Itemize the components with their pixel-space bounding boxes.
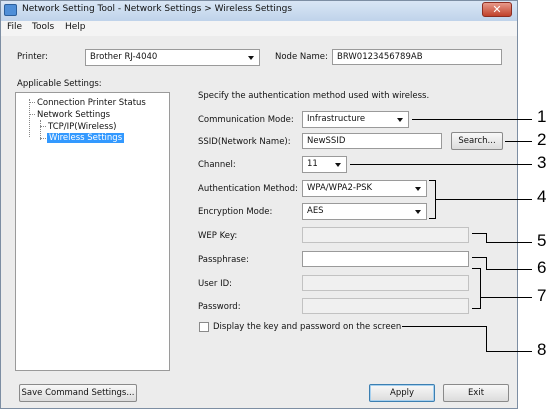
- callout-line-8: [486, 326, 487, 351]
- wep-key-label: WEP Key:: [198, 231, 238, 241]
- callout-line-4: [435, 199, 532, 200]
- encryption-mode-select[interactable]: AES: [302, 203, 427, 220]
- chevron-down-icon: [415, 187, 421, 191]
- display-key-label[interactable]: Display the key and password on the scre…: [213, 322, 401, 332]
- auth-method-select[interactable]: WPA/WPA2-PSK: [302, 180, 427, 197]
- tree-connector: [40, 138, 46, 139]
- callout-bracket-7: [472, 268, 480, 269]
- tree-connector: [40, 120, 41, 140]
- callout-line-3: [350, 164, 532, 165]
- ssid-label: SSID(Network Name):: [198, 137, 291, 147]
- callout-line-1: [412, 119, 532, 120]
- user-id-field[interactable]: [302, 275, 469, 291]
- callout-number-2: 2: [537, 130, 547, 149]
- passphrase-label: Passphrase:: [198, 255, 249, 265]
- menu-file[interactable]: File: [7, 22, 22, 32]
- callout-line-2: [505, 141, 532, 142]
- callout-line-5: [472, 233, 486, 234]
- encryption-mode-value: AES: [307, 206, 324, 216]
- menu-help[interactable]: Help: [65, 22, 86, 32]
- callout-bracket-4: [429, 218, 435, 219]
- callout-number-1: 1: [537, 107, 547, 126]
- tree-item-network-settings[interactable]: Network Settings: [37, 110, 110, 120]
- window-title: Network Setting Tool - Network Settings …: [22, 4, 293, 14]
- password-field[interactable]: [302, 298, 469, 314]
- menu-tools[interactable]: Tools: [32, 22, 54, 32]
- channel-label: Channel:: [198, 160, 236, 170]
- node-name-label: Node Name:: [275, 52, 328, 62]
- callout-number-6: 6: [537, 258, 547, 277]
- communication-mode-select[interactable]: Infrastructure: [302, 111, 409, 128]
- save-command-settings-button[interactable]: Save Command Settings...: [19, 384, 137, 402]
- printer-label: Printer:: [17, 52, 48, 62]
- communication-mode-label: Communication Mode:: [198, 115, 294, 125]
- callout-number-4: 4: [537, 187, 547, 206]
- instruction-text: Specify the authentication method used w…: [198, 91, 430, 101]
- tree-item-tcpip-wireless[interactable]: TCP/IP(Wireless): [48, 122, 116, 132]
- communication-mode-value: Infrastructure: [307, 114, 366, 124]
- channel-value: 11: [307, 159, 318, 169]
- encryption-mode-label: Encryption Mode:: [198, 207, 273, 217]
- tree-connector: [29, 99, 30, 137]
- passphrase-field[interactable]: [302, 251, 469, 267]
- callout-line-8: [402, 326, 486, 327]
- callout-line-6: [486, 269, 532, 270]
- callout-line-5: [486, 233, 487, 242]
- callout-bracket-7: [480, 268, 481, 309]
- tree-connector: [29, 102, 35, 103]
- tree-item-wireless-settings[interactable]: Wireless Settings: [47, 133, 125, 143]
- chevron-down-icon: [415, 210, 421, 214]
- chevron-down-icon: [335, 163, 341, 167]
- auth-method-label: Authentication Method:: [198, 184, 298, 194]
- password-label: Password:: [198, 302, 241, 312]
- app-icon: [4, 4, 17, 16]
- tree-connector: [29, 114, 35, 115]
- wep-key-field[interactable]: [302, 227, 469, 243]
- callout-line-7: [480, 297, 532, 298]
- chevron-down-icon: [248, 56, 254, 60]
- apply-button[interactable]: Apply: [369, 384, 435, 402]
- applicable-settings-label: Applicable Settings:: [17, 79, 102, 89]
- display-key-checkbox[interactable]: [199, 322, 209, 332]
- exit-button[interactable]: Exit: [443, 384, 509, 402]
- callout-number-5: 5: [537, 231, 547, 250]
- chevron-down-icon: [397, 118, 403, 122]
- callout-line-8: [486, 351, 532, 352]
- callout-number-8: 8: [537, 340, 547, 359]
- auth-method-value: WPA/WPA2-PSK: [307, 183, 373, 193]
- user-id-label: User ID:: [198, 279, 232, 289]
- callout-number-7: 7: [537, 286, 547, 305]
- printer-select-value: Brother RJ-4040: [90, 52, 158, 62]
- search-button[interactable]: Search...: [451, 132, 503, 150]
- channel-select[interactable]: 11: [302, 156, 347, 173]
- callout-number-3: 3: [537, 153, 547, 172]
- callout-line-5: [486, 242, 532, 243]
- callout-bracket-7: [472, 308, 480, 309]
- tree-connector: [40, 126, 46, 127]
- node-name-field[interactable]: BRW0123456789AB: [332, 49, 502, 65]
- callout-line-6: [486, 257, 487, 269]
- ssid-field[interactable]: NewSSID: [302, 133, 442, 149]
- printer-select[interactable]: Brother RJ-4040: [85, 49, 260, 66]
- close-button[interactable]: ✕: [482, 2, 512, 17]
- tree-item-connection-printer-status[interactable]: Connection Printer Status: [37, 98, 146, 108]
- callout-line-6: [472, 257, 486, 258]
